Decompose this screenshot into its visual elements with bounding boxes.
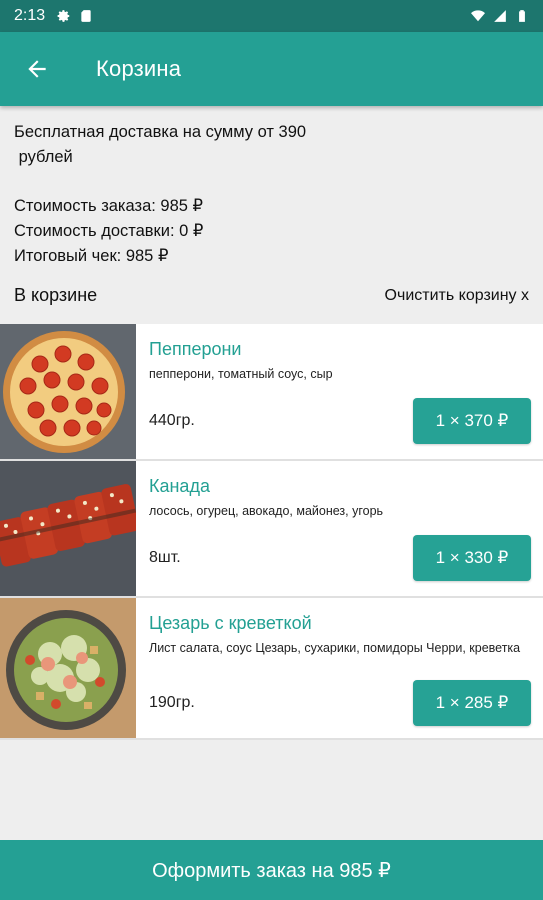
- item-body: Цезарь с креветкой Лист салата, соус Цез…: [136, 598, 543, 738]
- delivery-note: Бесплатная доставка на сумму от 390: [14, 123, 307, 141]
- cart-list: Пепперони пепперони, томатный соус, сыр …: [0, 324, 543, 740]
- wifi-icon: [471, 10, 485, 22]
- cart-header: В корзине Очистить корзину x: [14, 285, 529, 306]
- sd-card-icon: [81, 10, 91, 22]
- pizza-image: [0, 324, 136, 459]
- delivery-cost: Стоимость доставки: 0 ₽: [14, 222, 204, 240]
- settings-icon: [57, 10, 70, 22]
- app-bar: Корзина: [0, 32, 543, 106]
- cart-label: В корзине: [14, 285, 98, 305]
- item-name: Канада: [149, 476, 210, 496]
- back-button[interactable]: [0, 32, 74, 106]
- clear-cart-button[interactable]: Очистить корзину x: [385, 287, 529, 305]
- item-name: Пепперони: [149, 339, 242, 359]
- item-weight: 440гр.: [149, 412, 195, 429]
- total-check: Итоговый чек: 985 ₽: [14, 247, 169, 265]
- order-cost: Стоимость заказа: 985 ₽: [14, 197, 204, 215]
- status-time: 2:13: [14, 7, 46, 24]
- item-body: Пепперони пепперони, томатный соус, сыр …: [136, 324, 543, 459]
- battery-icon: [519, 10, 525, 22]
- item-description: Лист салата, соус Цезарь, сухарики, поми…: [149, 641, 521, 655]
- quantity-price-button[interactable]: 1 × 330 ₽: [413, 535, 531, 581]
- list-item[interactable]: Пепперони пепперони, томатный соус, сыр …: [0, 324, 543, 461]
- item-body: Канада лосось, огурец, авокадо, майонез,…: [136, 461, 543, 596]
- quantity-price-button[interactable]: 1 × 370 ₽: [413, 398, 531, 444]
- item-name: Цезарь с креветкой: [149, 613, 312, 633]
- item-description: лосось, огурец, авокадо, майонез, угорь: [149, 504, 384, 518]
- page-title: Корзина: [96, 56, 182, 81]
- salad-image: [0, 598, 136, 738]
- item-description: пепперони, томатный соус, сыр: [149, 367, 333, 381]
- item-weight: 190гр.: [149, 694, 195, 711]
- item-weight: 8шт.: [149, 549, 181, 566]
- quantity-price-button[interactable]: 1 × 285 ₽: [413, 680, 531, 726]
- list-item[interactable]: Канада лосось, огурец, авокадо, майонез,…: [0, 461, 543, 598]
- list-item[interactable]: Цезарь с креветкой Лист салата, соус Цез…: [0, 598, 543, 740]
- status-bar: 2:13: [0, 0, 543, 32]
- delivery-note-cont: рублей: [14, 148, 73, 166]
- arrow-back-icon: [28, 60, 46, 78]
- order-info: Бесплатная доставка на сумму от 390 рубл…: [14, 120, 529, 269]
- checkout-button[interactable]: Оформить заказ на 985 ₽: [0, 840, 543, 900]
- sushi-roll-image: [0, 461, 136, 596]
- signal-icon: [494, 10, 506, 22]
